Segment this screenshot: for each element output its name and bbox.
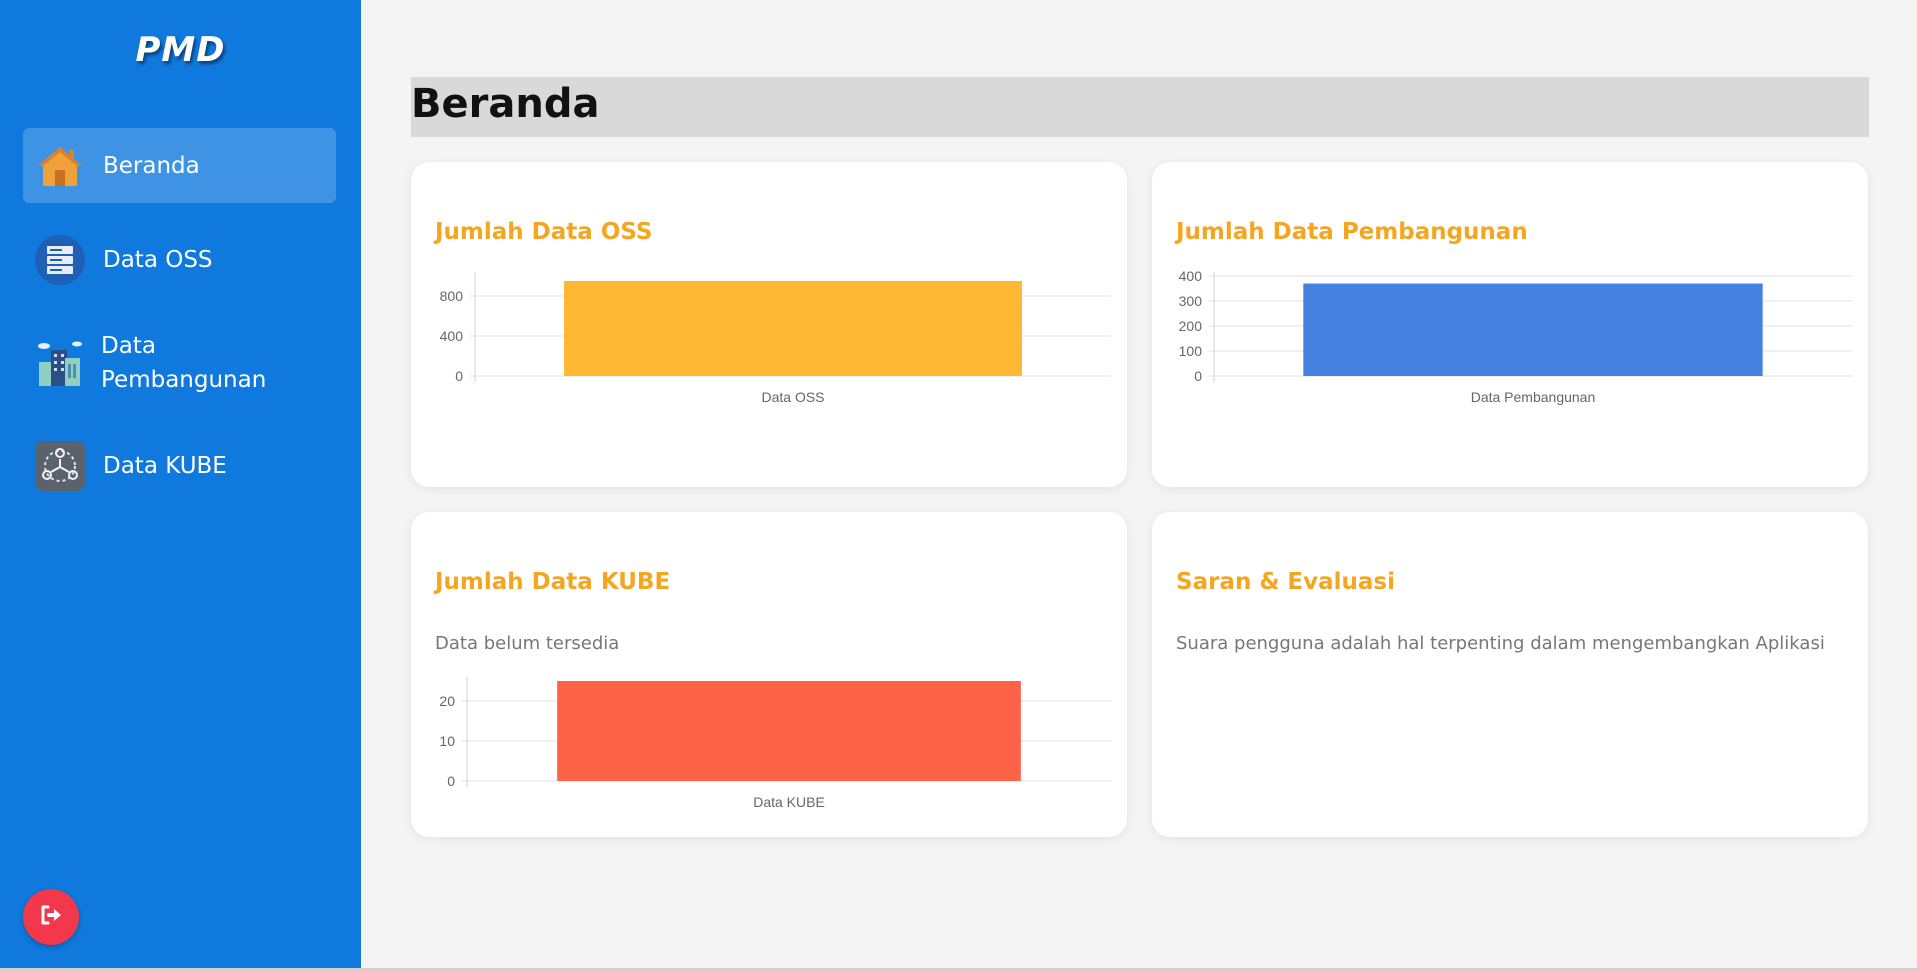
building-icon [35, 338, 85, 388]
x-tick-label: Data Pembangunan [1471, 389, 1596, 405]
feedback-text: Suara pengguna adalah hal terpenting dal… [1176, 633, 1825, 654]
y-tick-label: 400 [1179, 268, 1203, 284]
sidebar-item-label: Beranda [103, 152, 200, 179]
logout-button[interactable] [23, 889, 79, 945]
card-title: Jumlah Data Pembangunan [1176, 219, 1528, 245]
page-title-bar: Beranda [411, 77, 1869, 137]
sidebar-item-data-pembangunan[interactable]: Data Pembangunan [23, 323, 336, 403]
y-tick-label: 800 [440, 288, 464, 304]
y-tick-label: 0 [1194, 368, 1202, 384]
sidebar-item-label: Data Pembangunan [101, 333, 267, 393]
empty-data-note: Data belum tersedia [435, 633, 620, 654]
oss-bar-chart: 0 400 800 Data OSS [440, 272, 1111, 405]
brand-logo: PMD [135, 30, 226, 70]
y-tick-label: 200 [1179, 318, 1203, 334]
bar[interactable] [1303, 283, 1763, 377]
sidebar-item-label: Data OSS [103, 246, 213, 273]
group-network-icon [35, 440, 85, 491]
bar[interactable] [564, 281, 1022, 376]
y-tick-label: 20 [439, 693, 455, 709]
x-tick-label: Data KUBE [753, 794, 825, 810]
pembangunan-bar-chart: 0 100 200 300 400 Data Pembangunan [1179, 268, 1852, 405]
card-title: Jumlah Data KUBE [435, 569, 671, 595]
card-data-kube: Jumlah Data KUBE Data belum tersedia 0 10… [411, 512, 1127, 837]
card-saran-evaluasi: Saran & Evaluasi Suara pengguna adalah h… [1152, 512, 1868, 837]
home-icon [35, 141, 85, 191]
sidebar-item-beranda[interactable]: Beranda [23, 128, 336, 203]
bar[interactable] [557, 681, 1021, 781]
y-tick-label: 10 [439, 733, 455, 749]
card-title: Jumlah Data OSS [435, 219, 653, 245]
y-tick-label: 400 [440, 328, 464, 344]
server-icon [35, 234, 85, 285]
sidebar-item-data-kube[interactable]: Data KUBE [23, 428, 336, 503]
sidebar: PMD Beranda Data OSS Data Pembangunan Da… [0, 0, 361, 968]
sidebar-item-data-oss[interactable]: Data OSS [23, 222, 336, 297]
kube-bar-chart: 0 10 20 Data KUBE [439, 677, 1111, 810]
x-tick-label: Data OSS [761, 389, 824, 405]
y-tick-label: 100 [1179, 343, 1203, 359]
logout-icon [40, 905, 62, 929]
page-title: Beranda [411, 81, 600, 127]
card-data-pembangunan: Jumlah Data Pembangunan 0 100 200 300 400 Dat… [1152, 162, 1868, 487]
y-tick-label: 300 [1179, 293, 1203, 309]
card-title: Saran & Evaluasi [1176, 569, 1395, 595]
y-tick-label: 0 [447, 773, 455, 789]
card-data-oss: Jumlah Data OSS 0 400 800 Data OSS [411, 162, 1127, 487]
y-tick-label: 0 [455, 368, 463, 384]
sidebar-item-label: Data KUBE [103, 452, 227, 479]
